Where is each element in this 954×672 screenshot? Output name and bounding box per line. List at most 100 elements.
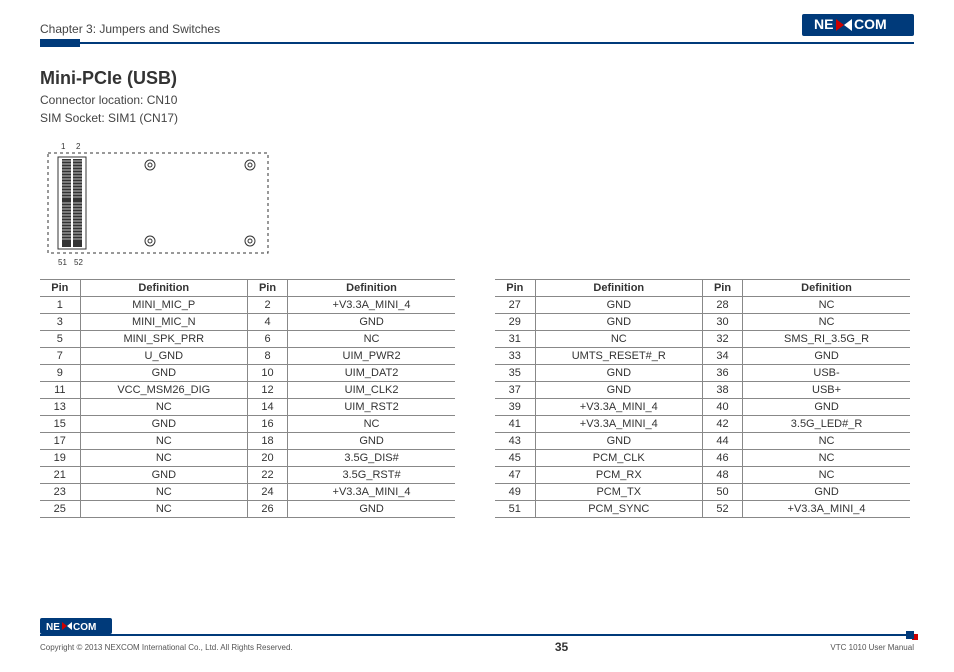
pin-cell: 44	[702, 433, 742, 450]
def-cell: GND	[535, 433, 702, 450]
def-cell: +V3.3A_MINI_4	[535, 399, 702, 416]
def-cell: NC	[288, 331, 455, 348]
pin-cell: 28	[702, 297, 742, 314]
def-cell: SMS_RI_3.5G_R	[743, 331, 910, 348]
pin-cell: 36	[702, 365, 742, 382]
def-cell: NC	[743, 450, 910, 467]
col-pin: Pin	[40, 280, 80, 297]
def-cell: UMTS_RESET#_R	[535, 348, 702, 365]
def-cell: GND	[743, 484, 910, 501]
pin-label-2: 2	[76, 142, 81, 151]
table-row: 13NC14UIM_RST2	[40, 399, 455, 416]
pin-cell: 11	[40, 382, 80, 399]
chapter-title: Chapter 3: Jumpers and Switches	[40, 22, 220, 36]
table-row: 35GND36USB-	[495, 365, 910, 382]
pin-cell: 8	[247, 348, 287, 365]
pin-cell: 31	[495, 331, 535, 348]
def-cell: NC	[80, 501, 247, 518]
def-cell: GND	[743, 399, 910, 416]
def-cell: UIM_DAT2	[288, 365, 455, 382]
footer-rule	[40, 634, 914, 636]
table-row: 51PCM_SYNC52+V3.3A_MINI_4	[495, 501, 910, 518]
def-cell: MINI_MIC_P	[80, 297, 247, 314]
def-cell: 3.5G_RST#	[288, 467, 455, 484]
svg-text:NE: NE	[814, 16, 833, 32]
pin-cell: 42	[702, 416, 742, 433]
table-row: 9GND10UIM_DAT2	[40, 365, 455, 382]
section-title: Mini-PCIe (USB)	[40, 68, 914, 89]
table-row: 37GND38USB+	[495, 382, 910, 399]
pin-cell: 41	[495, 416, 535, 433]
pin-cell: 23	[40, 484, 80, 501]
pin-cell: 18	[247, 433, 287, 450]
table-row: 47PCM_RX48NC	[495, 467, 910, 484]
def-cell: NC	[80, 450, 247, 467]
pin-cell: 34	[702, 348, 742, 365]
def-cell: GND	[80, 365, 247, 382]
pin-cell: 17	[40, 433, 80, 450]
pin-cell: 47	[495, 467, 535, 484]
def-cell: NC	[80, 484, 247, 501]
def-cell: PCM_CLK	[535, 450, 702, 467]
def-cell: U_GND	[80, 348, 247, 365]
pin-cell: 16	[247, 416, 287, 433]
table-row: 17NC18GND	[40, 433, 455, 450]
def-cell: NC	[288, 416, 455, 433]
pin-cell: 51	[495, 501, 535, 518]
svg-text:COM: COM	[73, 622, 96, 632]
pin-cell: 49	[495, 484, 535, 501]
pin-cell: 24	[247, 484, 287, 501]
pin-cell: 52	[702, 501, 742, 518]
pin-cell: 33	[495, 348, 535, 365]
def-cell: NC	[535, 331, 702, 348]
pin-cell: 19	[40, 450, 80, 467]
def-cell: NC	[80, 433, 247, 450]
table-row: 29GND30NC	[495, 314, 910, 331]
pin-table-left: Pin Definition Pin Definition 1MINI_MIC_…	[40, 279, 455, 518]
table-row: 7U_GND8UIM_PWR2	[40, 348, 455, 365]
def-cell: GND	[80, 416, 247, 433]
table-row: 5MINI_SPK_PRR6NC	[40, 331, 455, 348]
def-cell: GND	[535, 365, 702, 382]
table-row: 41+V3.3A_MINI_4423.5G_LED#_R	[495, 416, 910, 433]
pin-cell: 37	[495, 382, 535, 399]
pin-cell: 20	[247, 450, 287, 467]
pin-table-right: Pin Definition Pin Definition 27GND28NC2…	[495, 279, 910, 518]
def-cell: GND	[288, 501, 455, 518]
def-cell: GND	[535, 382, 702, 399]
table-row: 27GND28NC	[495, 297, 910, 314]
copyright-text: Copyright © 2013 NEXCOM International Co…	[40, 643, 293, 652]
pin-cell: 9	[40, 365, 80, 382]
def-cell: GND	[535, 314, 702, 331]
table-row: 1MINI_MIC_P2+V3.3A_MINI_4	[40, 297, 455, 314]
def-cell: NC	[80, 399, 247, 416]
table-row: 11VCC_MSM26_DIG12UIM_CLK2	[40, 382, 455, 399]
def-cell: PCM_TX	[535, 484, 702, 501]
pin-cell: 39	[495, 399, 535, 416]
page-number: 35	[555, 640, 568, 654]
pin-cell: 6	[247, 331, 287, 348]
def-cell: GND	[288, 433, 455, 450]
def-cell: +V3.3A_MINI_4	[535, 416, 702, 433]
def-cell: MINI_MIC_N	[80, 314, 247, 331]
def-cell: UIM_CLK2	[288, 382, 455, 399]
pin-cell: 25	[40, 501, 80, 518]
def-cell: MINI_SPK_PRR	[80, 331, 247, 348]
def-cell: UIM_PWR2	[288, 348, 455, 365]
def-cell: NC	[743, 433, 910, 450]
nexcom-logo-header: NE COM	[802, 14, 914, 36]
def-cell: +V3.3A_MINI_4	[288, 484, 455, 501]
col-def: Definition	[535, 280, 702, 297]
pin-label-52: 52	[74, 258, 83, 267]
connector-diagram: 1 2	[40, 139, 280, 269]
pin-cell: 46	[702, 450, 742, 467]
pin-cell: 22	[247, 467, 287, 484]
def-cell: PCM_SYNC	[535, 501, 702, 518]
col-pin: Pin	[702, 280, 742, 297]
col-pin: Pin	[495, 280, 535, 297]
pin-cell: 30	[702, 314, 742, 331]
pin-cell: 15	[40, 416, 80, 433]
pin-cell: 29	[495, 314, 535, 331]
def-cell: USB+	[743, 382, 910, 399]
col-def: Definition	[743, 280, 910, 297]
